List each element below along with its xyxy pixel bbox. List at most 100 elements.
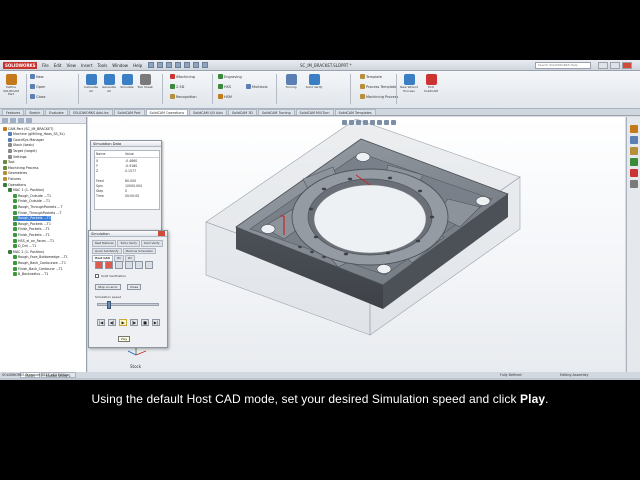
tree-item[interactable]: Settings xyxy=(8,154,27,159)
speed-slider-thumb[interactable] xyxy=(106,301,111,309)
close-button[interactable]: Close xyxy=(127,284,142,290)
print-icon[interactable] xyxy=(175,62,181,68)
save-icon[interactable] xyxy=(166,62,172,68)
maximize-icon[interactable] xyxy=(610,62,620,69)
generate-button[interactable]: Generate All xyxy=(100,74,118,93)
stop-on-error-button[interactable]: Stop on error xyxy=(95,284,121,290)
exit-button[interactable]: Exit SolidCAM xyxy=(422,74,440,93)
tree-item[interactable]: Operations xyxy=(3,182,26,187)
tree-item[interactable]: Rough_Back_Contourwa ...T1 xyxy=(13,260,66,265)
appearances-icon[interactable] xyxy=(630,169,638,177)
tool-display-icon[interactable] xyxy=(95,261,103,269)
imachining-button[interactable]: iMachining xyxy=(170,74,195,79)
milling-25d-button[interactable]: 2.5D xyxy=(170,84,184,89)
tab-features[interactable]: Features xyxy=(2,109,25,115)
tab-evaluate[interactable]: Evaluate xyxy=(45,109,68,115)
recognition-button[interactable]: Recognition xyxy=(170,94,197,99)
zoom-area-icon[interactable] xyxy=(349,120,354,125)
options-icon[interactable] xyxy=(202,62,208,68)
stock-display-icon[interactable] xyxy=(135,261,143,269)
close-doc-button[interactable]: Close xyxy=(30,94,46,99)
display-style-icon[interactable] xyxy=(377,120,382,125)
minimize-icon[interactable] xyxy=(598,62,608,69)
simulation-data-title[interactable]: Simulation Data xyxy=(91,141,161,147)
undo-icon[interactable] xyxy=(184,62,190,68)
step-forward-icon[interactable]: |▶ xyxy=(130,319,138,326)
rapid-icon[interactable] xyxy=(125,261,133,269)
hsm-button[interactable]: HSM xyxy=(218,94,232,99)
tree-item[interactable]: Rough_ThroughPockets ...T xyxy=(13,204,63,209)
solidcam-manager-tab-icon[interactable] xyxy=(26,118,32,123)
multiaxis-button[interactable]: Multiaxis xyxy=(246,84,268,89)
simulate-button[interactable]: Simulate xyxy=(118,74,136,90)
file-explorer-icon[interactable] xyxy=(630,147,638,155)
tree-item[interactable]: Finish_ThroughPockets ...T xyxy=(13,210,61,215)
simulation-dialog-title[interactable]: Simulation xyxy=(91,231,110,236)
camworks-part-button[interactable]: Define SOLIDCAM Part xyxy=(2,74,20,97)
calculate-button[interactable]: Calculate All xyxy=(82,74,100,93)
view-orientation-icon[interactable] xyxy=(370,120,375,125)
template-button[interactable]: Template xyxy=(360,74,382,79)
target-display-icon[interactable] xyxy=(145,261,153,269)
tab-solidcam-templates[interactable]: SolidCAM Templates xyxy=(334,109,376,115)
dialog-close-icon[interactable] xyxy=(158,231,165,236)
property-manager-tab-icon[interactable] xyxy=(10,118,16,123)
custom-properties-icon[interactable] xyxy=(630,180,638,188)
machining-process-button[interactable]: Machining Process xyxy=(360,94,398,99)
mode-tab-turbo-verify[interactable]: Turbo Verify xyxy=(117,240,140,247)
tool-holder-icon[interactable] xyxy=(105,261,113,269)
view-palette-icon[interactable] xyxy=(630,158,638,166)
tab-solidcam-mill-turn[interactable]: SolidCAM Mill-Turn xyxy=(295,109,334,115)
tree-item[interactable]: Tool xyxy=(3,160,14,165)
tree-item[interactable]: Finish_Outside ...T1 xyxy=(13,199,50,204)
play-icon[interactable]: ▶ xyxy=(119,319,127,326)
toolpath-icon[interactable] xyxy=(115,261,123,269)
tree-item[interactable]: MAC 1 (1- Position) xyxy=(8,188,44,193)
search-input[interactable]: Search SOLIDWORKS Help xyxy=(535,62,591,69)
design-library-icon[interactable] xyxy=(630,136,638,144)
menu-file[interactable]: File xyxy=(42,63,49,68)
to-end-icon[interactable]: ▶| xyxy=(152,319,160,326)
hss-button[interactable]: HSS xyxy=(218,84,231,89)
graphics-area[interactable]: Stock xyxy=(88,117,625,372)
tree-item[interactable]: Geometries xyxy=(3,171,27,176)
tool-sheet-button[interactable]: Tool Sheet xyxy=(136,74,154,90)
verify-button[interactable]: Solid Verify xyxy=(305,74,323,90)
tree-item[interactable]: D_Dril ...T1 xyxy=(13,244,36,249)
wizard-button[interactable]: New Wizard Process xyxy=(400,74,418,93)
mode-tab-rest-material[interactable]: Rest Material xyxy=(92,240,117,247)
tab-solidcam-4-5-axis[interactable]: SolidCAM 4/5 Axis xyxy=(189,109,227,115)
hide-show-icon[interactable] xyxy=(384,120,389,125)
resources-icon[interactable] xyxy=(630,125,638,133)
feature-manager-tab-icon[interactable] xyxy=(2,118,8,123)
menu-edit[interactable]: Edit xyxy=(54,63,62,68)
tree-item[interactable]: HSS_el_on_Faces ...T1 xyxy=(13,238,54,243)
solidworks-logo[interactable]: SOLIDWORKS xyxy=(3,62,37,69)
previous-view-icon[interactable] xyxy=(356,120,361,125)
section-view-icon[interactable] xyxy=(363,120,368,125)
simulation-speed-slider[interactable] xyxy=(97,301,159,309)
tree-item[interactable]: Rough_Face_Bottomedge ...T1 xyxy=(13,255,68,260)
open-button[interactable]: Open xyxy=(30,84,45,89)
config-manager-tab-icon[interactable] xyxy=(18,118,24,123)
tree-item[interactable]: CAM-Part (SC_IM_BRACKET) xyxy=(3,126,53,131)
tree-item[interactable]: Rough_Pockets ...T1 xyxy=(13,215,51,221)
window-close-icon[interactable] xyxy=(622,62,632,69)
tab-solidcam-part[interactable]: SolidCAM Part xyxy=(113,109,145,115)
rebuild-icon[interactable] xyxy=(193,62,199,68)
new-button[interactable]: New xyxy=(30,74,44,79)
tree-item[interactable]: B_Backradius ...T1 xyxy=(13,272,48,277)
tab-solidworks-add-ins[interactable]: SOLIDWORKS Add-Ins xyxy=(68,109,113,115)
tree-item[interactable]: Stock (basic) xyxy=(8,143,34,148)
menu-insert[interactable]: Insert xyxy=(81,63,92,68)
process-template-button[interactable]: Process Template xyxy=(360,84,396,89)
open-doc-icon[interactable] xyxy=(157,62,163,68)
tab-solidcam-turning[interactable]: SolidCAM Turning xyxy=(257,109,295,115)
to-start-icon[interactable]: |◀ xyxy=(97,319,105,326)
menu-tools[interactable]: Tools xyxy=(97,63,107,68)
new-doc-icon[interactable] xyxy=(148,62,154,68)
tree-item[interactable]: CoordSys Manager xyxy=(8,137,44,142)
tab-sketch[interactable]: Sketch xyxy=(25,109,45,115)
solid-verification-option[interactable]: Solid Verification xyxy=(95,274,126,278)
menu-help[interactable]: Help xyxy=(133,63,142,68)
